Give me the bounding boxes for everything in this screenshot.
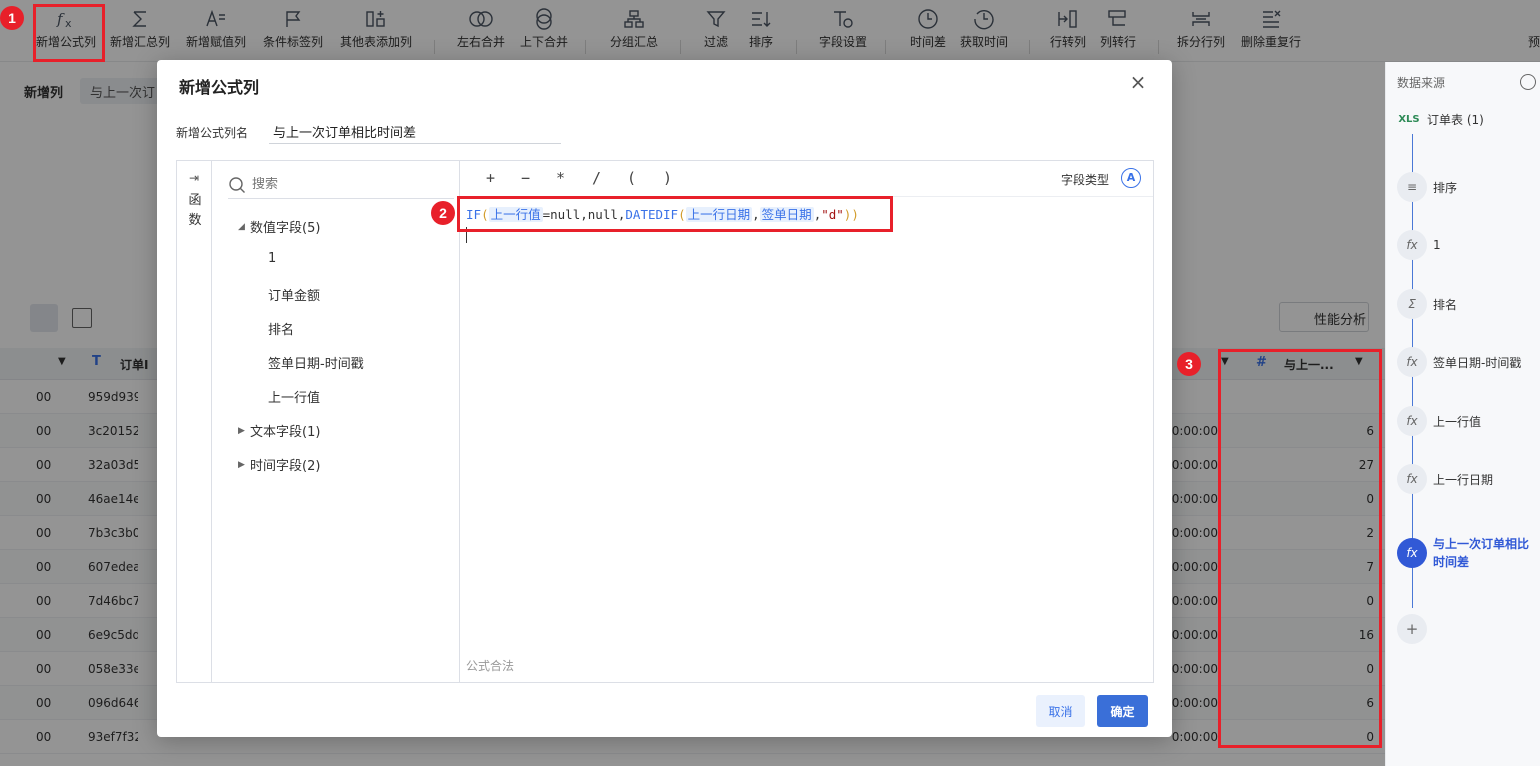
toolbar: fx 新增公式列 新增汇总列 新增赋值列 条件标签列 其他表添加列 左右合并 上… [0, 0, 1540, 62]
merge-ud-icon [506, 6, 582, 32]
sort-button[interactable]: 排序 [723, 6, 799, 58]
toolbar-label: 删除重复行 [1240, 35, 1301, 49]
dedupe-rows-button[interactable]: 删除重复行 [1233, 6, 1309, 58]
minus-operator[interactable]: − [521, 169, 530, 187]
field-group-label: 数值字段(5) [250, 221, 321, 236]
cancel-button[interactable]: 取消 [1036, 695, 1085, 727]
toolbar-label: 列转行 [1099, 35, 1136, 49]
field-group[interactable]: ◢ 数值字段(5) [238, 217, 320, 236]
caret-right-icon: ▶ [238, 425, 245, 436]
split-row-column-button[interactable]: 拆分行列 [1163, 6, 1239, 58]
flag-icon [255, 6, 331, 32]
formula-area: + − * / ( ) 字段类型 A IF(上一行值 =null,null,DAT… [460, 161, 1153, 682]
field-item[interactable]: 签单日期-时间戳 [268, 353, 364, 372]
field-group-label: 文本字段(1) [250, 425, 321, 440]
field-group[interactable]: ▶ 文本字段(1) [238, 421, 320, 440]
field-item[interactable]: 订单金额 [268, 285, 320, 304]
toolbar-divider [796, 40, 797, 54]
add-summary-column-button[interactable]: 新增汇总列 [102, 6, 178, 58]
toolbar-label: 其他表添加列 [339, 35, 412, 49]
dialog-title: 新增公式列 [179, 78, 260, 97]
condition-label-column-button[interactable]: 条件标签列 [255, 6, 331, 58]
formula-valid-status: 公式合法 [466, 659, 515, 673]
operator-bar: + − * / ( ) 字段类型 A [460, 161, 1153, 197]
clock-history-icon [946, 6, 1022, 32]
close-icon[interactable]: × [1128, 72, 1148, 92]
caret-right-icon: ▶ [238, 459, 245, 470]
sigma-icon [102, 6, 178, 32]
field-item[interactable]: 排名 [268, 319, 294, 338]
toolbar-label: 新增汇总列 [109, 35, 170, 49]
multiply-operator[interactable]: * [556, 169, 565, 187]
toolbar-label: 获取时间 [959, 35, 1008, 49]
toolbar-label: 分组汇总 [609, 35, 658, 49]
dedupe-icon [1233, 6, 1309, 32]
field-search[interactable] [228, 171, 454, 199]
add-column-icon [338, 6, 414, 32]
assign-icon [178, 6, 254, 32]
toolbar-divider [885, 40, 886, 54]
toolbar-label: 新增赋值列 [185, 35, 246, 49]
column-name-label: 新增公式列名 [176, 126, 249, 140]
group-summary-button[interactable]: 分组汇总 [596, 6, 672, 58]
right-paren-operator[interactable]: ) [663, 169, 672, 187]
step-badge-2: 2 [431, 201, 455, 225]
field-group[interactable]: ▶ 时间字段(2) [238, 455, 320, 474]
toolbar-label: 拆分行列 [1176, 35, 1225, 49]
column-to-row-button[interactable]: 列转行 [1080, 6, 1156, 58]
field-group-label: 时间字段(2) [250, 459, 321, 474]
field-panel: ◢ 数值字段(5) 1 订单金额排名签单日期-时间戳上一行值 ▶ 文本字段(1) ▶ 时间字段… [212, 161, 460, 682]
left-paren-operator[interactable]: ( [627, 169, 636, 187]
col-to-row-icon [1080, 6, 1156, 32]
toolbar-divider [1158, 40, 1159, 54]
field-item[interactable]: 上一行值 [268, 387, 320, 406]
highlight-box-3 [1218, 349, 1382, 748]
highlight-box-2 [457, 196, 893, 232]
search-icon [229, 176, 245, 193]
step-badge-3: 3 [1177, 352, 1201, 376]
split-icon [1163, 6, 1239, 32]
modal-mask-right [1385, 62, 1540, 766]
field-settings-button[interactable]: 字段设置 [805, 6, 881, 58]
formula-editor: ⇥ 函数 ◢ 数值字段(5) 1 订单金额排名签单日期-时间戳上一行值 ▶ 文本字段(1)… [176, 160, 1154, 683]
toolbar-label: 排序 [748, 35, 773, 49]
field-setting-icon [805, 6, 881, 32]
toolbar-label: 上下合并 [519, 35, 568, 49]
search-input[interactable] [252, 177, 432, 192]
plus-operator[interactable]: + [486, 169, 495, 187]
confirm-button[interactable]: 确定 [1097, 695, 1148, 727]
group-icon [596, 6, 672, 32]
highlight-box-1 [33, 4, 105, 62]
function-tab[interactable]: ⇥ 函数 [177, 161, 212, 682]
field-type-label: 字段类型 [1060, 173, 1109, 187]
toolbar-divider [585, 40, 586, 54]
merge-up-down-button[interactable]: 上下合并 [506, 6, 582, 58]
step-badge-1: 1 [0, 6, 24, 30]
get-time-button[interactable]: 获取时间 [946, 6, 1022, 58]
add-assign-column-button[interactable]: 新增赋值列 [178, 6, 254, 58]
toolbar-label: 条件标签列 [262, 35, 323, 49]
field-item[interactable]: 1 [268, 251, 276, 266]
function-tab-label: 函数 [188, 193, 202, 228]
toolbar-divider [434, 40, 435, 54]
add-formula-column-dialog: 新增公式列 × 新增公式列名 ⇥ 函数 ◢ 数值字段(5) 1 订单金额排名签单日期-… [157, 60, 1172, 737]
toolbar-label: 字段设置 [818, 35, 867, 49]
add-column-from-other-table-button[interactable]: 其他表添加列 [338, 6, 414, 58]
toolbar-label: 预 [1528, 35, 1540, 49]
expand-arrow-icon: ⇥ [188, 171, 200, 185]
caret-down-icon: ◢ [238, 221, 245, 232]
divide-operator[interactable]: / [592, 169, 601, 187]
preview-button[interactable]: 预 [1500, 6, 1540, 58]
column-name-input[interactable] [269, 120, 561, 144]
sort-icon [723, 6, 799, 32]
field-type-icon[interactable]: A [1121, 168, 1141, 188]
